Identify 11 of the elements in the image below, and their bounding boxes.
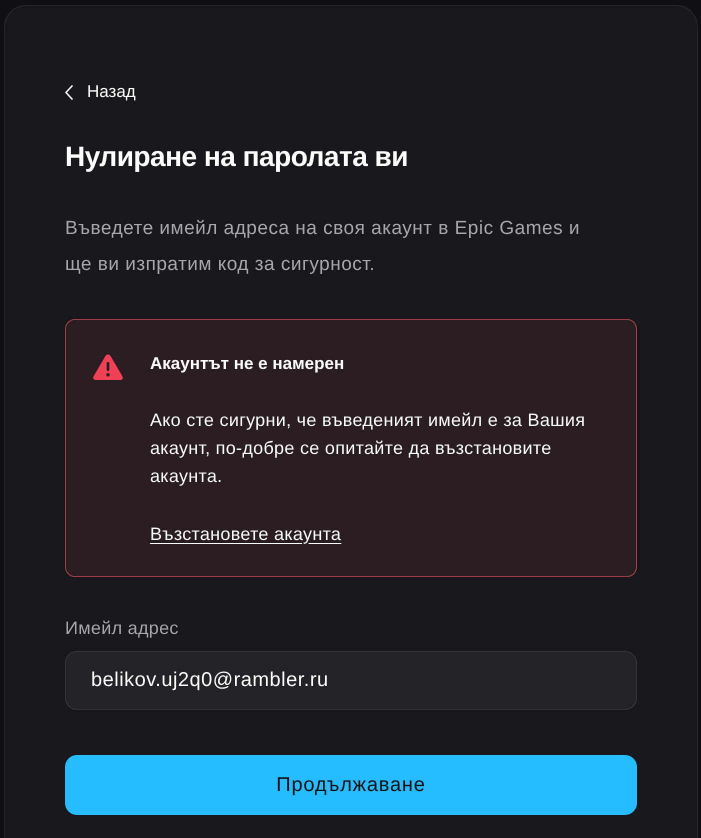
alert-message: Ако сте сигурни, че въведеният имейл е за Вашия акаунт, по-добре се опитайте да възстановите акаунта. bbox=[150, 408, 586, 488]
warning-triangle-icon bbox=[92, 352, 124, 380]
email-label: Имейл адрес bbox=[65, 616, 180, 640]
recover-account-link[interactable]: Възстановете акаунта bbox=[150, 520, 342, 548]
description-text: Въведете имейл адреса на своя акаунт в Epic Games и ще ви изпратим код за сигурност. bbox=[65, 216, 582, 276]
back-link[interactable]: Назад bbox=[65, 78, 136, 106]
continue-button[interactable]: Продължаване bbox=[65, 754, 637, 814]
page-title: Нулиране на паролата ви bbox=[65, 140, 409, 174]
email-input-field[interactable]: belikov.uj2q0@rambler.ru bbox=[65, 650, 637, 710]
alert-title: Акаунтът не е намерен bbox=[150, 352, 346, 374]
chevron-left-icon bbox=[65, 84, 73, 100]
